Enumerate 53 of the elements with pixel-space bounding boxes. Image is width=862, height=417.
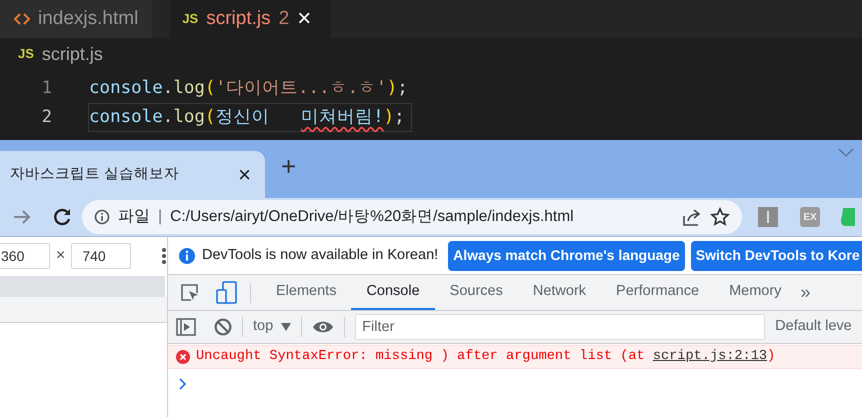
editor-tab[interactable]: JS script.js 2 ×: [170, 0, 332, 38]
height-field[interactable]: 740: [71, 242, 132, 268]
error-icon: [176, 350, 190, 364]
info-icon: [178, 246, 196, 264]
url-text: C:/Users/airyt/OneDrive/바탕%20화면/sample/indexjs.html: [170, 207, 575, 228]
extension-icon[interactable]: [758, 207, 778, 227]
line-number: 1: [40, 76, 53, 100]
device-toggle-icon[interactable]: [216, 281, 238, 305]
tab-title: 자바스크립트 실습해보자: [10, 164, 180, 184]
prompt-icon: [178, 377, 188, 391]
tab-label: script.js: [206, 6, 271, 31]
devtools-tab[interactable]: Elements: [261, 275, 352, 310]
line-number: 2: [40, 106, 53, 129]
reload-icon[interactable]: [52, 207, 72, 227]
close-icon[interactable]: ×: [297, 1, 312, 37]
js-icon: JS: [182, 9, 198, 29]
language-button[interactable]: Always match Chrome's language: [448, 240, 685, 270]
more-icon[interactable]: [161, 246, 168, 264]
info-icon: [94, 209, 110, 225]
tab-label: indexjs.html: [38, 6, 138, 31]
eye-icon[interactable]: [312, 320, 334, 334]
devtools-tab[interactable]: Memory: [714, 275, 796, 310]
context-selector[interactable]: top: [253, 316, 292, 338]
js-icon: JS: [18, 44, 34, 64]
levels-dropdown[interactable]: Default leve: [775, 316, 852, 338]
address-bar[interactable]: 파일 | C:/Users/airyt/OneDrive/바탕%20화면/sample/indexjs.html: [82, 200, 742, 234]
browser-tab[interactable]: 자바스크립트 실습해보자 ×: [0, 151, 265, 198]
devtools-tab[interactable]: Network: [518, 275, 602, 310]
times-sign: ×: [56, 246, 66, 266]
info-message: DevTools is now available in Korean!: [202, 246, 438, 265]
devtools-tab[interactable]: Performance: [601, 275, 714, 310]
close-icon[interactable]: ×: [238, 158, 251, 191]
problem-count: 2: [278, 6, 290, 31]
code-line: console.log('다이어트...ㅎ.ㅎ');: [88, 77, 409, 100]
language-button[interactable]: Switch DevTools to Kore: [690, 240, 862, 270]
more-tabs-button[interactable]: »: [800, 279, 810, 306]
sidebar-icon[interactable]: [176, 318, 196, 336]
caret-icon: [281, 323, 292, 331]
new-tab-button[interactable]: +: [281, 146, 296, 186]
breadcrumb-item[interactable]: script.js: [42, 40, 103, 68]
error-message: Uncaught SyntaxError: missing ) after argument list (at script.js:2:13): [196, 348, 776, 366]
source-link[interactable]: script.js:2:13: [652, 348, 768, 364]
width-field[interactable]: 360: [0, 242, 50, 268]
star-icon[interactable]: [710, 207, 730, 227]
scheme-label: 파일: [118, 207, 150, 227]
editor-tab[interactable]: indexjs.html: [0, 0, 152, 38]
devtools-tab[interactable]: Sources: [434, 275, 518, 310]
separator: |: [158, 207, 162, 227]
clear-icon[interactable]: [214, 318, 232, 336]
inspect-icon[interactable]: [180, 283, 200, 303]
filter-field[interactable]: Filter: [355, 314, 766, 340]
code-icon: [14, 11, 30, 27]
share-icon[interactable]: [682, 207, 702, 227]
